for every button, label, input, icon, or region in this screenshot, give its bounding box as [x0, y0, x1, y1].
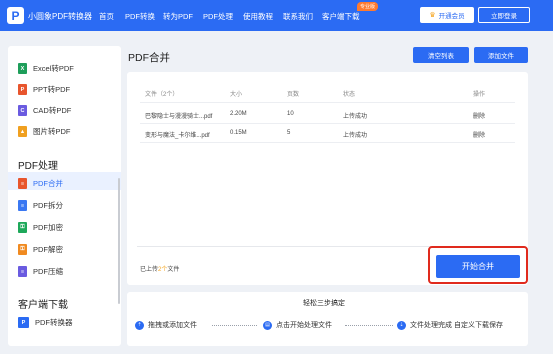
sidebar-item-compress[interactable]: ≡ PDF压缩: [18, 266, 63, 277]
table-divider: [140, 142, 515, 143]
upload-icon: ⇡: [135, 320, 144, 330]
clear-list-button[interactable]: 清空列表: [413, 47, 469, 63]
sidebar-scrollbar[interactable]: [118, 178, 120, 304]
nav-tutorial[interactable]: 使用教程: [243, 11, 273, 22]
upload-summary: 已上传2个文件: [140, 267, 180, 273]
logo-text[interactable]: 小圆象PDF转换器: [28, 11, 92, 22]
excel-icon: X: [18, 63, 27, 74]
compress-icon: ≡: [18, 266, 27, 277]
step-connector: [345, 325, 393, 326]
row1-filename: 巴黎隐士与漫漫骑士...pdf: [145, 114, 213, 120]
header-pages: 页数: [287, 92, 300, 98]
row1-status: 上传成功: [343, 114, 368, 120]
logo-icon[interactable]: P: [7, 7, 24, 24]
nav-to-pdf[interactable]: 转为PDF: [163, 11, 193, 22]
row2-status: 上传成功: [343, 133, 368, 139]
row1-delete-link[interactable]: 删除: [473, 111, 485, 120]
row1-size: 2.20M: [230, 111, 247, 117]
header-file: 文件（2个）: [145, 92, 179, 98]
header-action: 操作: [473, 92, 486, 98]
header-size: 大小: [230, 92, 243, 98]
nav-home[interactable]: 首页: [99, 11, 114, 22]
sidebar-item-image[interactable]: ▲ 图片转PDF: [18, 126, 71, 137]
row2-pages: 5: [287, 130, 291, 136]
sidebar-item-split[interactable]: ≡ PDF拆分: [18, 200, 63, 211]
row2-filename: 变形与魔法_卡尔维...pdf: [145, 133, 210, 139]
app-icon: P: [18, 317, 29, 328]
download-icon: ⇣: [397, 320, 406, 330]
header-status: 状态: [343, 92, 356, 98]
section-client-download: 客户端下载: [18, 300, 68, 311]
merge-icon: ≡: [18, 178, 27, 189]
sidebar-item-decrypt[interactable]: ⚿ PDF解密: [18, 244, 63, 255]
pro-badge: 专业版: [357, 2, 379, 11]
row2-delete-link[interactable]: 删除: [473, 130, 485, 139]
split-icon: ≡: [18, 200, 27, 211]
page-title: PDF合并: [128, 52, 170, 64]
sidebar-item-merge[interactable]: ≡ PDF合并: [18, 178, 63, 189]
table-divider: [140, 102, 515, 103]
sidebar-item-ppt[interactable]: P PPT转PDF: [18, 84, 70, 95]
sidebar-item-encrypt[interactable]: ⚿ PDF加密: [18, 222, 63, 233]
step-connector: [212, 325, 257, 326]
row1-pages: 10: [287, 111, 294, 117]
sidebar-item-client-app[interactable]: P PDF转换器: [18, 317, 73, 328]
row2-size: 0.15M: [230, 130, 247, 136]
nav-pdf-process[interactable]: PDF处理: [203, 11, 233, 22]
cad-icon: C: [18, 105, 27, 116]
image-icon: ▲: [18, 126, 27, 137]
login-button[interactable]: 立即登录: [478, 7, 530, 23]
file-icon: ▤: [263, 320, 272, 330]
nav-client-download[interactable]: 客户端下载: [322, 11, 360, 22]
steps-title: 轻松三步搞定: [303, 300, 345, 307]
section-pdf-process: PDF处理: [18, 161, 58, 172]
add-file-button[interactable]: 添加文件: [474, 47, 528, 63]
step-2: ▤ 点击开始处理文件: [263, 320, 332, 330]
highlight-box: [428, 246, 528, 284]
ppt-icon: P: [18, 84, 27, 95]
crown-icon: ♛: [429, 12, 436, 19]
encrypt-icon: ⚿: [18, 222, 27, 233]
nav-contact[interactable]: 联系我们: [283, 11, 313, 22]
step-1: ⇡ 拖拽或添加文件: [135, 320, 197, 330]
sidebar-item-cad[interactable]: C CAD转PDF: [18, 105, 71, 116]
vip-button[interactable]: ♛ 开通会员: [420, 7, 474, 23]
nav-pdf-convert[interactable]: PDF转换: [125, 11, 155, 22]
sidebar-item-excel[interactable]: X Excel转PDF: [18, 63, 74, 74]
step-3: ⇣ 文件处理完成 自定义下载保存: [397, 320, 503, 330]
top-header: P 小圆象PDF转换器 首页 PDF转换 转为PDF PDF处理 使用教程 联系…: [0, 0, 553, 31]
table-divider: [140, 123, 515, 124]
decrypt-icon: ⚿: [18, 244, 27, 255]
